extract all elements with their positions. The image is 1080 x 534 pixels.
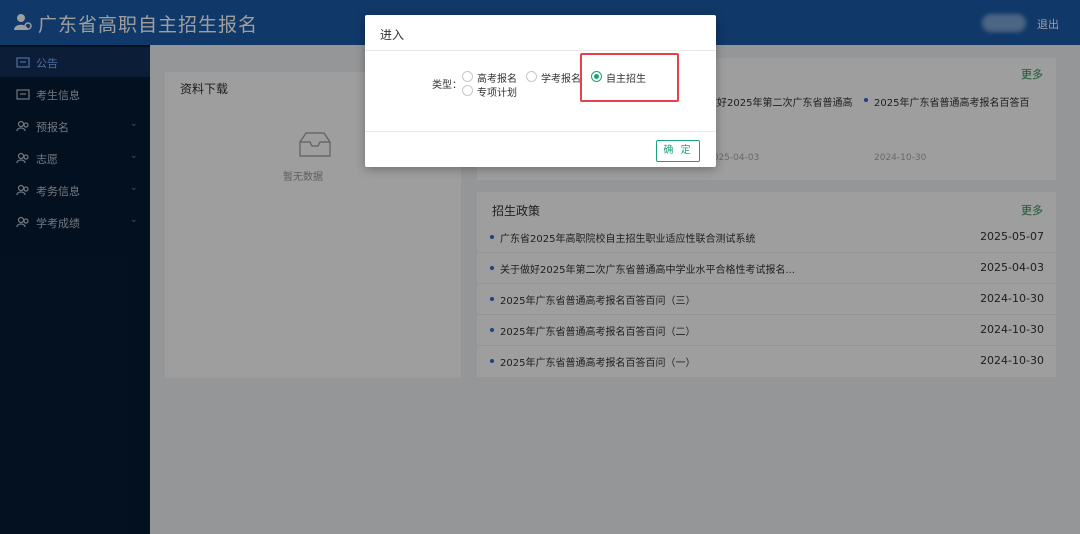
radio-label: 专项计划 [477, 88, 517, 99]
dialog-footer: 确 定 [365, 131, 716, 167]
confirm-button[interactable]: 确 定 [656, 140, 700, 162]
dialog-title: 进入 [380, 28, 405, 42]
radio-circle[interactable] [462, 85, 473, 96]
type-label: 类型： [432, 80, 462, 91]
radio-label: 高考报名 [477, 74, 517, 85]
radio-label: 学考报名 [541, 74, 581, 85]
dialog-header: 进入 [365, 15, 716, 51]
radio-circle[interactable] [526, 71, 537, 82]
highlight-annotation [580, 53, 679, 102]
radio-circle[interactable] [462, 71, 473, 82]
